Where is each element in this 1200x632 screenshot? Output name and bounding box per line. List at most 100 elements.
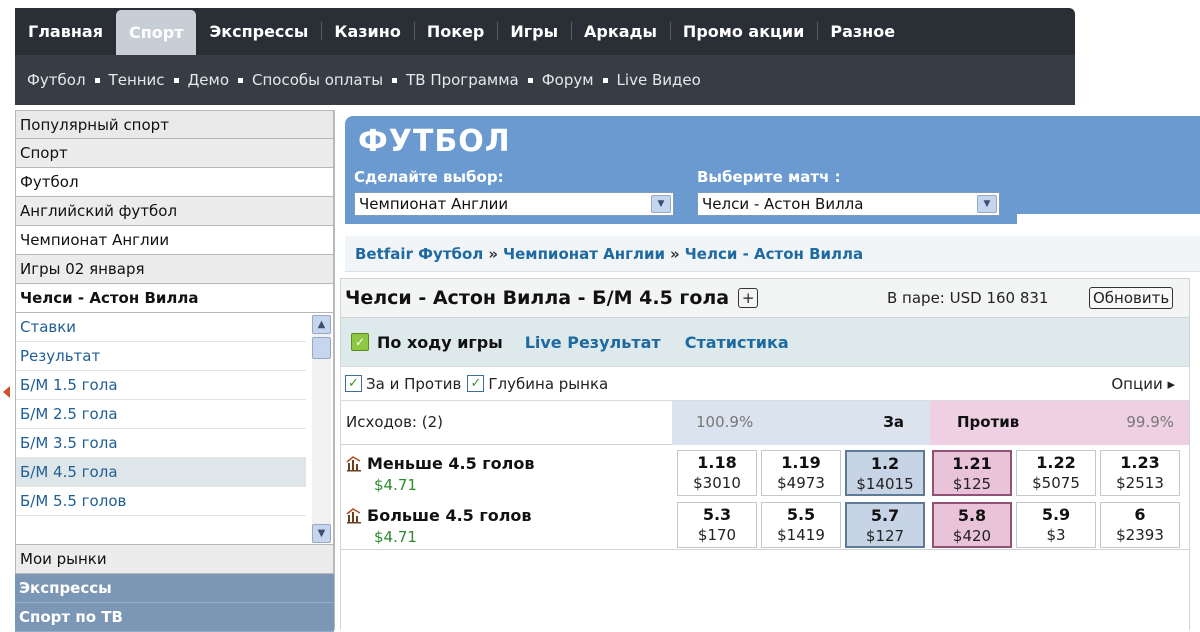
sidebar-item-football[interactable]: Футбол xyxy=(15,168,334,197)
market-depth-checkbox[interactable]: ✓ xyxy=(467,375,485,392)
sidebar-sport-tv[interactable]: Спорт по ТВ xyxy=(15,603,334,632)
chart-icon[interactable] xyxy=(346,455,362,472)
plus-icon[interactable]: + xyxy=(738,288,759,308)
refresh-button[interactable]: Обновить xyxy=(1089,287,1174,309)
scroll-thumb[interactable] xyxy=(312,337,331,359)
scroll-down-icon[interactable]: ▼ xyxy=(312,524,331,543)
tab-casino[interactable]: Казино xyxy=(321,12,413,50)
table-row: Больше 4.5 голов $4.71 5.3 $170 5.5 $1419 … xyxy=(340,500,1190,550)
back-percentage: 100.9% xyxy=(696,413,754,431)
tab-poker[interactable]: Покер xyxy=(413,12,498,50)
sidebar-market-link-selected[interactable]: Б/М 4.5 гола xyxy=(16,458,306,487)
runner-name[interactable]: Больше 4.5 голов xyxy=(346,506,532,525)
sidebar-item-premier-league[interactable]: Чемпионат Англии xyxy=(15,226,334,255)
match-select[interactable]: Челси - Астон Вилла ▼ xyxy=(697,192,1000,216)
best-lay-price-cell[interactable]: 5.8 $420 xyxy=(932,502,1012,548)
page-title: ФУТБОЛ xyxy=(358,124,511,159)
subnav-payment-methods[interactable]: Способы оплаты xyxy=(252,71,383,89)
runner-profit: $4.71 xyxy=(374,528,417,546)
options-link[interactable]: Опции ▸ xyxy=(1111,375,1175,393)
back-lay-checkbox[interactable]: ✓ xyxy=(345,375,362,392)
price-odds: 1.19 xyxy=(781,453,821,472)
checkmark-icon[interactable]: ✓ xyxy=(351,333,369,351)
table-row: Меньше 4.5 голов $4.71 1.18 $3010 1.19 $49… xyxy=(340,448,1190,498)
sidebar-market-link[interactable]: Б/М 5.5 голов xyxy=(16,487,306,516)
price-amount: $2393 xyxy=(1116,526,1164,544)
price-odds: 5.7 xyxy=(870,506,900,525)
bullet-separator xyxy=(94,77,100,83)
chart-icon[interactable] xyxy=(346,507,362,524)
price-amount: $1419 xyxy=(777,526,825,544)
back-price-cell[interactable]: 1.18 $3010 xyxy=(677,450,757,496)
matched-amount: В паре: USD 160 831 xyxy=(887,289,1049,307)
bullet-separator xyxy=(602,77,608,83)
back-header: 100.9% За xyxy=(672,401,930,445)
subnav-live-video[interactable]: Live Видео xyxy=(617,71,701,89)
lay-percentage: 99.9% xyxy=(1126,413,1174,431)
back-price-cell[interactable]: 5.3 $170 xyxy=(677,502,757,548)
subnav-football[interactable]: Футбол xyxy=(27,71,86,89)
runner-name[interactable]: Меньше 4.5 голов xyxy=(346,454,534,473)
breadcrumb-link[interactable]: Чемпионат Англии xyxy=(503,245,665,263)
sidebar-market-link[interactable]: Б/М 1.5 гола xyxy=(16,371,306,400)
sidebar-item-sport[interactable]: Спорт xyxy=(15,139,334,168)
back-price-cell[interactable]: 1.19 $4973 xyxy=(761,450,841,496)
sidebar-item-english-football[interactable]: Английский футбол xyxy=(15,197,334,226)
sidebar-accumulators[interactable]: Экспрессы xyxy=(15,574,334,603)
sidebar-market-link[interactable]: Результат xyxy=(16,342,306,371)
live-result-link[interactable]: Live Результат xyxy=(525,333,661,352)
subnav-demo[interactable]: Демо xyxy=(188,71,229,89)
scroll-up-icon[interactable]: ▲ xyxy=(312,315,331,334)
sidebar-current-match: Челси - Астон Вилла xyxy=(15,284,334,313)
price-odds: 5.8 xyxy=(957,506,987,525)
best-back-price-cell[interactable]: 5.7 $127 xyxy=(845,502,925,548)
tab-arcade[interactable]: Аркады xyxy=(571,12,670,50)
tab-home[interactable]: Главная xyxy=(15,12,116,50)
sidebar-market-list: Ставки Результат Б/М 1.5 гола Б/М 2.5 го… xyxy=(15,313,334,545)
tab-promotions[interactable]: Промо акции xyxy=(669,12,817,50)
chevron-down-icon[interactable]: ▼ xyxy=(651,195,671,213)
runner-name-text: Больше 4.5 голов xyxy=(367,506,532,525)
sidebar-item-games-date[interactable]: Игры 02 января xyxy=(15,255,334,284)
market-header: Челси - Астон Вилла - Б/М 4.5 гола + В п… xyxy=(340,278,1190,318)
sidebar-item-popular-sport[interactable]: Популярный спорт xyxy=(15,110,334,139)
subnav-tv-program[interactable]: ТВ Программа xyxy=(406,71,519,89)
tab-sport[interactable]: Спорт xyxy=(115,10,197,55)
lay-price-cell[interactable]: 6 $2393 xyxy=(1100,502,1180,548)
sidebar-my-markets[interactable]: Мои рынки xyxy=(15,545,334,574)
breadcrumb-link[interactable]: Челси - Астон Вилла xyxy=(685,245,863,263)
price-amount: $3010 xyxy=(693,474,741,492)
lay-price-cell[interactable]: 1.22 $5075 xyxy=(1016,450,1096,496)
lay-price-cell[interactable]: 5.9 $3 xyxy=(1016,502,1096,548)
price-odds: 1.23 xyxy=(1120,453,1160,472)
back-label: За xyxy=(883,413,904,431)
options-bar: ✓ За и Против ✓ Глубина рынка Опции ▸ xyxy=(340,366,1190,401)
tab-games[interactable]: Игры xyxy=(497,12,571,50)
tab-accumulators[interactable]: Экспрессы xyxy=(196,12,321,50)
select-label: Сделайте выбор: xyxy=(354,168,504,186)
statistics-link[interactable]: Статистика xyxy=(685,333,789,352)
price-odds: 5.5 xyxy=(786,505,816,524)
best-back-price-cell[interactable]: 1.2 $14015 xyxy=(845,450,925,496)
tab-misc[interactable]: Разное xyxy=(817,12,908,50)
sidebar-market-link[interactable]: Б/М 2.5 гола xyxy=(16,400,306,429)
market-subheader: ✓ По ходу игры Live Результат Статистика xyxy=(340,318,1190,366)
lay-price-cell[interactable]: 1.23 $2513 xyxy=(1100,450,1180,496)
subnav-tennis[interactable]: Теннис xyxy=(109,71,165,89)
back-price-cell[interactable]: 5.5 $1419 xyxy=(761,502,841,548)
chevron-down-icon[interactable]: ▼ xyxy=(977,195,997,213)
subnav-forum[interactable]: Форум xyxy=(542,71,594,89)
price-amount: $125 xyxy=(952,475,992,493)
header-notch xyxy=(1017,214,1200,224)
sidebar-market-link[interactable]: Б/М 3.5 гола xyxy=(16,429,306,458)
match-select-label: Выберите матч : xyxy=(697,168,841,186)
runner-profit: $4.71 xyxy=(374,476,417,494)
sidebar-market-link[interactable]: Ставки xyxy=(16,313,306,342)
best-lay-price-cell[interactable]: 1.21 $125 xyxy=(932,450,1012,496)
back-lay-label: За и Против xyxy=(366,374,462,393)
breadcrumb-separator: » xyxy=(488,244,499,263)
breadcrumb-link[interactable]: Betfair Футбол xyxy=(355,245,483,263)
competition-select[interactable]: Чемпионат Англии ▼ xyxy=(354,192,674,216)
sidebar-scrollbar[interactable]: ▲ ▼ xyxy=(312,315,331,543)
price-amount: $127 xyxy=(865,527,905,545)
